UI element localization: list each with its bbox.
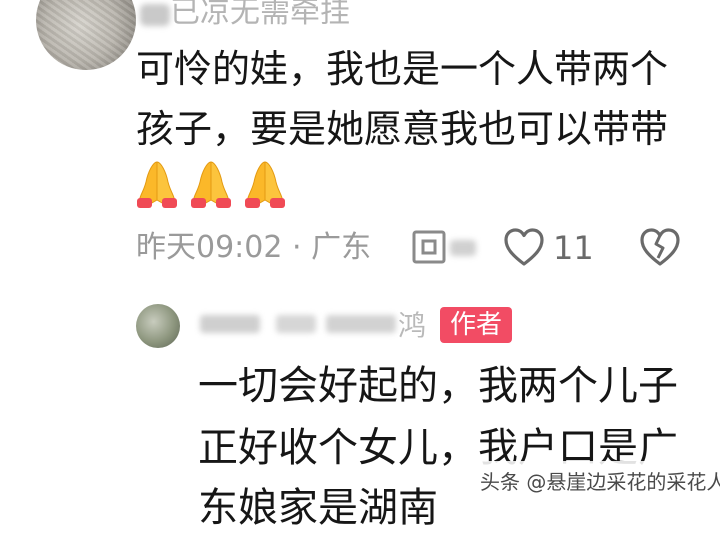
reply-label-redaction [450, 240, 476, 256]
username-redaction [140, 4, 170, 26]
folded-hands-emoji-icon [191, 161, 231, 208]
folded-hands-emoji-icon [137, 161, 177, 208]
commenter-avatar[interactable] [36, 0, 136, 70]
author-badge: 作者 [440, 307, 513, 343]
comment-meta: 昨天09:02 · 广东 [136, 230, 372, 265]
commenter-username[interactable]: 已凉无需牵挂 [170, 0, 350, 28]
comment-text-line: 可怜的娃，我也是一个人带两个 [136, 47, 669, 91]
heart-like-icon[interactable] [502, 226, 546, 268]
comment-text-line: 孩子，要是她愿意我也可以带带 [136, 107, 669, 151]
username-redaction [200, 315, 260, 333]
emoji-row [134, 158, 288, 210]
watermark-text: 头条 @悬崖边采花的采花人 [480, 469, 720, 494]
author-username[interactable]: 鸿 [398, 306, 426, 346]
author-avatar[interactable] [136, 304, 180, 348]
reply-icon[interactable] [412, 230, 446, 264]
folded-hands-emoji-icon [245, 161, 285, 208]
like-count: 11 [553, 229, 594, 267]
username-redaction [276, 315, 316, 333]
reply-text-line: 东娘家是湖南 [198, 485, 438, 531]
reply-text-line: 一切会好起的，我两个儿子 [198, 363, 678, 409]
broken-heart-dislike-icon[interactable] [638, 226, 682, 268]
source-watermark: 头条 @悬崖边采花的采花人 [470, 461, 720, 499]
username-redaction [326, 315, 396, 333]
